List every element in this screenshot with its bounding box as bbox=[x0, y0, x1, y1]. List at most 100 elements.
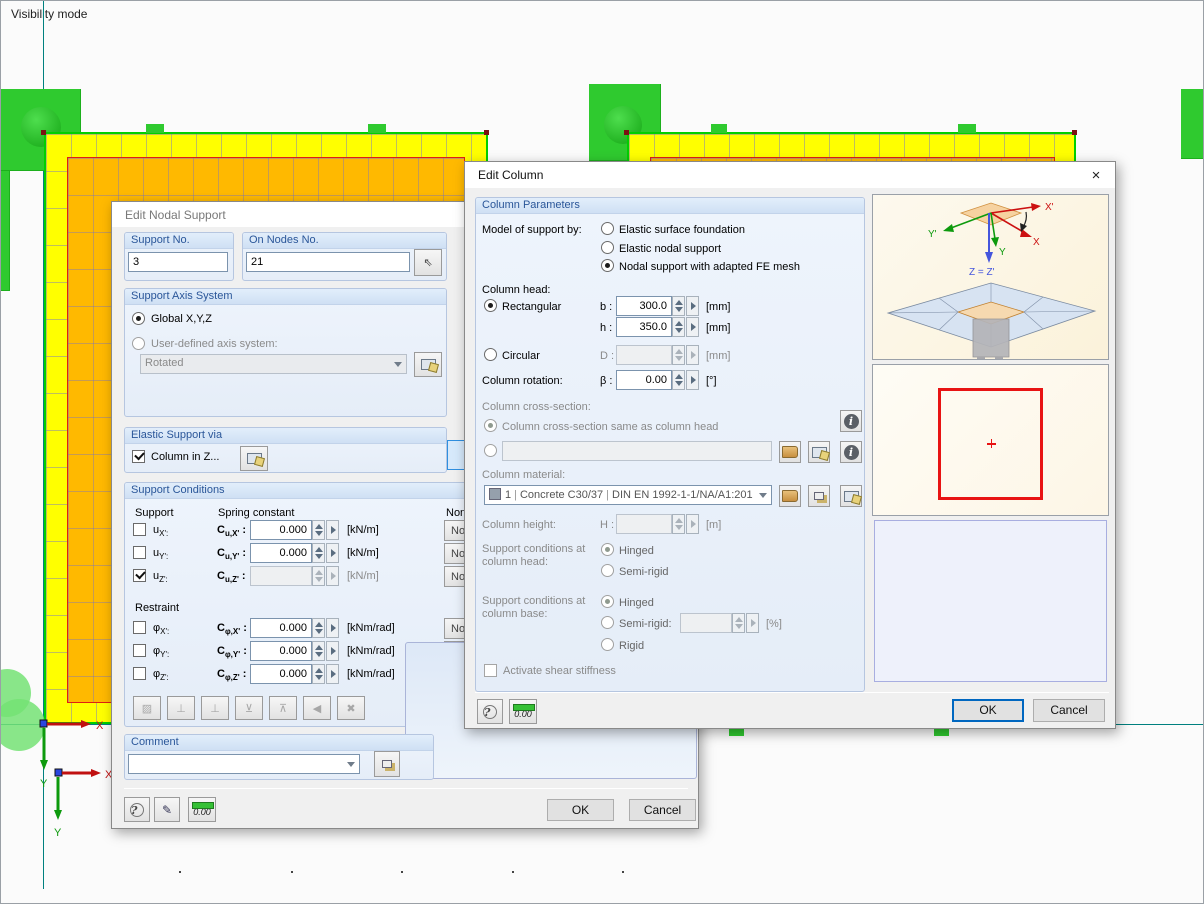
application-window: Visibility mode X Y X bbox=[0, 0, 1204, 904]
phiz-checkbox[interactable] bbox=[133, 667, 146, 680]
cuz-spinner bbox=[312, 566, 325, 586]
uy-checkbox[interactable] bbox=[133, 546, 146, 559]
cphiy-field[interactable] bbox=[250, 641, 312, 661]
node-point[interactable] bbox=[624, 130, 629, 135]
node-point[interactable] bbox=[1072, 130, 1077, 135]
elastic-nodal-support-radio[interactable] bbox=[601, 241, 614, 254]
h-spinner[interactable] bbox=[672, 317, 685, 337]
cphix-field[interactable] bbox=[250, 618, 312, 638]
on-nodes-header: On Nodes No. bbox=[243, 233, 446, 249]
user-defined-axis-radio[interactable] bbox=[132, 337, 145, 350]
empty-preview-panel bbox=[874, 520, 1107, 682]
rectangular-radio[interactable] bbox=[484, 299, 497, 312]
cphiz-spinner[interactable] bbox=[312, 664, 325, 684]
column-ok-button[interactable]: OK bbox=[952, 699, 1024, 722]
ux-checkbox[interactable] bbox=[133, 523, 146, 536]
circular-radio[interactable] bbox=[484, 348, 497, 361]
beta-param-button[interactable] bbox=[686, 370, 699, 390]
column-parameters-header: Column Parameters bbox=[476, 198, 864, 214]
elastic-support-header: Elastic Support via bbox=[125, 428, 446, 444]
phix-checkbox[interactable] bbox=[133, 621, 146, 634]
phiy-checkbox[interactable] bbox=[133, 644, 146, 657]
h-param-button[interactable] bbox=[686, 317, 699, 337]
global-xyz-radio[interactable] bbox=[132, 312, 145, 325]
column-cancel-button[interactable]: Cancel bbox=[1033, 699, 1105, 722]
cross-custom-info-button[interactable]: i bbox=[840, 441, 862, 463]
cux-spinner[interactable] bbox=[312, 520, 325, 540]
beta-label: β : bbox=[600, 375, 612, 388]
nodal-support-circle[interactable] bbox=[0, 699, 45, 751]
edit-axis-button[interactable] bbox=[414, 352, 442, 377]
column-dialog-title: Edit Column bbox=[478, 168, 543, 182]
b-field[interactable] bbox=[616, 296, 672, 316]
cphix-spinner[interactable] bbox=[312, 618, 325, 638]
units-icon: 0.00 bbox=[193, 802, 211, 817]
column-help-button[interactable]: ? bbox=[477, 699, 503, 724]
column-units-button[interactable]: 0.00 bbox=[509, 699, 537, 724]
h-label: h : bbox=[600, 322, 612, 335]
uz-checkbox[interactable] bbox=[133, 569, 146, 582]
column-dialog-titlebar[interactable]: Edit Column × bbox=[465, 162, 1115, 188]
cphiz-field[interactable] bbox=[250, 664, 312, 684]
support-x-icon-button[interactable]: ⊻ bbox=[235, 696, 263, 720]
rotated-axis-combo[interactable]: Rotated bbox=[140, 354, 407, 374]
nodal-units-button[interactable]: 0.00 bbox=[188, 797, 216, 822]
comment-templates-button[interactable] bbox=[374, 751, 400, 777]
cux-field[interactable] bbox=[250, 520, 312, 540]
b-unit: [mm] bbox=[706, 301, 730, 314]
node-picker-button[interactable]: ⇖ bbox=[414, 249, 442, 276]
cross-same-info-button[interactable]: i bbox=[840, 410, 862, 432]
column-rotation-label: Column rotation: bbox=[482, 375, 563, 388]
comment-header: Comment bbox=[125, 735, 433, 751]
nodal-cancel-button[interactable]: Cancel bbox=[629, 799, 696, 821]
svg-text:Y': Y' bbox=[928, 229, 937, 240]
cphiy-param-button[interactable] bbox=[326, 641, 339, 661]
grid-point bbox=[291, 871, 293, 873]
nodal-notes-button[interactable]: ✎ bbox=[154, 797, 180, 822]
support-y-icon-button[interactable]: ⊼ bbox=[269, 696, 297, 720]
beta-spinner[interactable] bbox=[672, 370, 685, 390]
free-support-icon-button[interactable]: ✖ bbox=[337, 696, 365, 720]
fixed-support-icon-button[interactable]: ⊥ bbox=[201, 696, 229, 720]
base-conditions-label-1: Support conditions at bbox=[482, 595, 585, 608]
support-no-field[interactable] bbox=[128, 252, 228, 272]
cross-edit-button[interactable] bbox=[808, 441, 830, 463]
sliding-support-icon-button[interactable]: ▨ bbox=[133, 696, 161, 720]
edge-support-tab bbox=[958, 124, 976, 133]
spring-constant-column-label: Spring constant bbox=[218, 507, 294, 520]
svg-text:X: X bbox=[1033, 237, 1040, 248]
hinged-support-icon-button[interactable]: ⊥ bbox=[167, 696, 195, 720]
cphiz-param-button[interactable] bbox=[326, 664, 339, 684]
cross-library-button[interactable] bbox=[779, 441, 801, 463]
material-library-button[interactable] bbox=[779, 485, 801, 507]
close-icon[interactable]: × bbox=[1083, 166, 1109, 186]
shear-stiffness-label: Activate shear stiffness bbox=[503, 665, 616, 678]
material-edit-button[interactable] bbox=[840, 485, 862, 507]
beta-field[interactable] bbox=[616, 370, 672, 390]
column-parameters-group: Column Parameters Model of support by: E… bbox=[475, 197, 865, 692]
material-new-button[interactable] bbox=[808, 485, 830, 507]
column-in-z-checkbox[interactable] bbox=[132, 450, 145, 463]
cuy-field[interactable] bbox=[250, 543, 312, 563]
material-combo[interactable]: 1|Concrete C30/37|DIN EN 1992-1-1/NA/A1:… bbox=[484, 485, 772, 505]
cuy-spinner[interactable] bbox=[312, 543, 325, 563]
node-point[interactable] bbox=[484, 130, 489, 135]
elastic-surface-foundation-label: Elastic surface foundation bbox=[619, 224, 745, 237]
on-nodes-field[interactable] bbox=[246, 252, 410, 272]
elastic-surface-foundation-radio[interactable] bbox=[601, 222, 614, 235]
adapted-fe-mesh-radio[interactable] bbox=[601, 259, 614, 272]
nodal-help-button[interactable]: ? bbox=[124, 797, 150, 822]
edit-column-button[interactable] bbox=[240, 446, 268, 471]
comment-combo[interactable] bbox=[128, 754, 360, 774]
elastic-support-group: Elastic Support via bbox=[124, 427, 447, 473]
nodal-ok-button[interactable]: OK bbox=[547, 799, 614, 821]
node-point[interactable] bbox=[41, 130, 46, 135]
b-spinner[interactable] bbox=[672, 296, 685, 316]
b-param-button[interactable] bbox=[686, 296, 699, 316]
roller-support-icon-button[interactable]: ◀ bbox=[303, 696, 331, 720]
cuy-param-button[interactable] bbox=[326, 543, 339, 563]
h-field[interactable] bbox=[616, 317, 672, 337]
cphix-param-button[interactable] bbox=[326, 618, 339, 638]
cphiy-spinner[interactable] bbox=[312, 641, 325, 661]
cux-param-button[interactable] bbox=[326, 520, 339, 540]
